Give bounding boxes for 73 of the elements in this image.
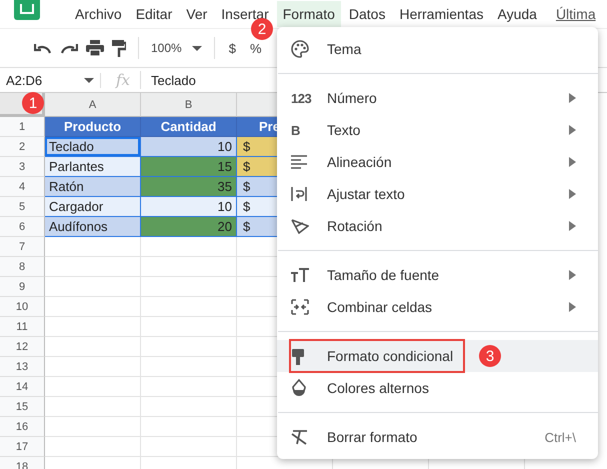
row-number[interactable]: 1: [0, 117, 45, 137]
row-number[interactable]: 9: [0, 277, 45, 297]
sheets-logo-icon[interactable]: [14, 0, 40, 20]
paint-roller-icon: [291, 348, 305, 364]
row-number[interactable]: 12: [0, 337, 45, 357]
currency-button[interactable]: $: [224, 40, 240, 56]
zoom-select[interactable]: 100%: [147, 41, 206, 55]
table-cell: Teclado: [45, 137, 141, 157]
caret-icon: [84, 78, 94, 82]
row-number[interactable]: 7: [0, 237, 45, 257]
last-edit-link[interactable]: Última: [556, 6, 596, 22]
step-badge: 2: [251, 18, 273, 40]
column-header[interactable]: B: [141, 93, 237, 117]
table-cell: Cargador: [45, 197, 141, 217]
table-cell: 10: [141, 197, 237, 217]
row-number[interactable]: 16: [0, 417, 45, 437]
paint-format-icon[interactable]: [112, 40, 126, 56]
menu-item[interactable]: Formato: [276, 1, 341, 27]
row-number[interactable]: 13: [0, 357, 45, 377]
row-number[interactable]: 6: [0, 217, 45, 237]
print-icon[interactable]: [86, 40, 104, 56]
menu-option[interactable]: Formato condicional 3: [277, 340, 598, 372]
menu-option[interactable]: Tamaño de fuente: [277, 259, 598, 291]
caret-icon: [192, 46, 202, 50]
row-number[interactable]: 5: [0, 197, 45, 217]
shortcut-label: Ctrl+\: [544, 430, 576, 444]
rotate-text-icon: [291, 218, 309, 234]
redo-icon[interactable]: [60, 42, 78, 54]
row-number[interactable]: 3: [0, 157, 45, 177]
row-number[interactable]: 8: [0, 257, 45, 277]
table-cell: Audífonos: [45, 217, 141, 237]
row-number[interactable]: 17: [0, 437, 45, 457]
merge-cells-icon: [291, 299, 309, 315]
menu-item[interactable]: Herramientas: [393, 1, 490, 27]
menu-item[interactable]: Ver: [180, 1, 214, 27]
menu-option[interactable]: Combinar celdas: [277, 291, 598, 323]
table-cell: Parlantes: [45, 157, 141, 177]
formula-input[interactable]: Teclado: [141, 72, 196, 88]
wrap-text-icon: [291, 186, 307, 202]
step-badge: 3: [479, 345, 502, 367]
table-cell: 10: [141, 137, 237, 157]
menu-item[interactable]: Datos: [342, 1, 392, 27]
column-header[interactable]: A: [45, 93, 141, 117]
row-number[interactable]: 11: [0, 317, 45, 337]
table-cell: 20: [141, 217, 237, 237]
fx-label: fx: [101, 71, 142, 89]
row-number[interactable]: 14: [0, 377, 45, 397]
table-cell: 15: [141, 157, 237, 177]
menu-item[interactable]: Archivo: [69, 1, 128, 27]
drop-icon: [291, 379, 307, 397]
table-cell: 35: [141, 177, 237, 197]
menu-item[interactable]: Ayuda: [491, 1, 543, 27]
menu-option[interactable]: 123 Número: [277, 82, 598, 114]
align-left-icon: [291, 155, 307, 169]
menu-option[interactable]: Borrar formato Ctrl+\: [277, 421, 598, 453]
format-glyph: 123: [291, 90, 312, 106]
clear-format-icon: [291, 429, 309, 445]
row-number[interactable]: 4: [0, 177, 45, 197]
row-number[interactable]: 10: [0, 297, 45, 317]
table-cell: Producto: [45, 117, 141, 137]
palette-icon: [291, 40, 309, 58]
row-number[interactable]: 15: [0, 397, 45, 417]
menu-item[interactable]: Editar: [130, 1, 178, 27]
menu-option[interactable]: Colores alternos: [277, 372, 598, 404]
font-size-icon: [291, 268, 309, 282]
menu-option[interactable]: Tema: [277, 33, 598, 65]
table-cell: Cantidad: [141, 117, 237, 137]
name-box[interactable]: A2:D6: [0, 72, 101, 88]
row-number[interactable]: 2: [0, 137, 45, 157]
percent-button[interactable]: %: [246, 40, 266, 56]
format-glyph: B: [291, 122, 300, 138]
table-cell: Ratón: [45, 177, 141, 197]
undo-icon[interactable]: [34, 42, 52, 54]
